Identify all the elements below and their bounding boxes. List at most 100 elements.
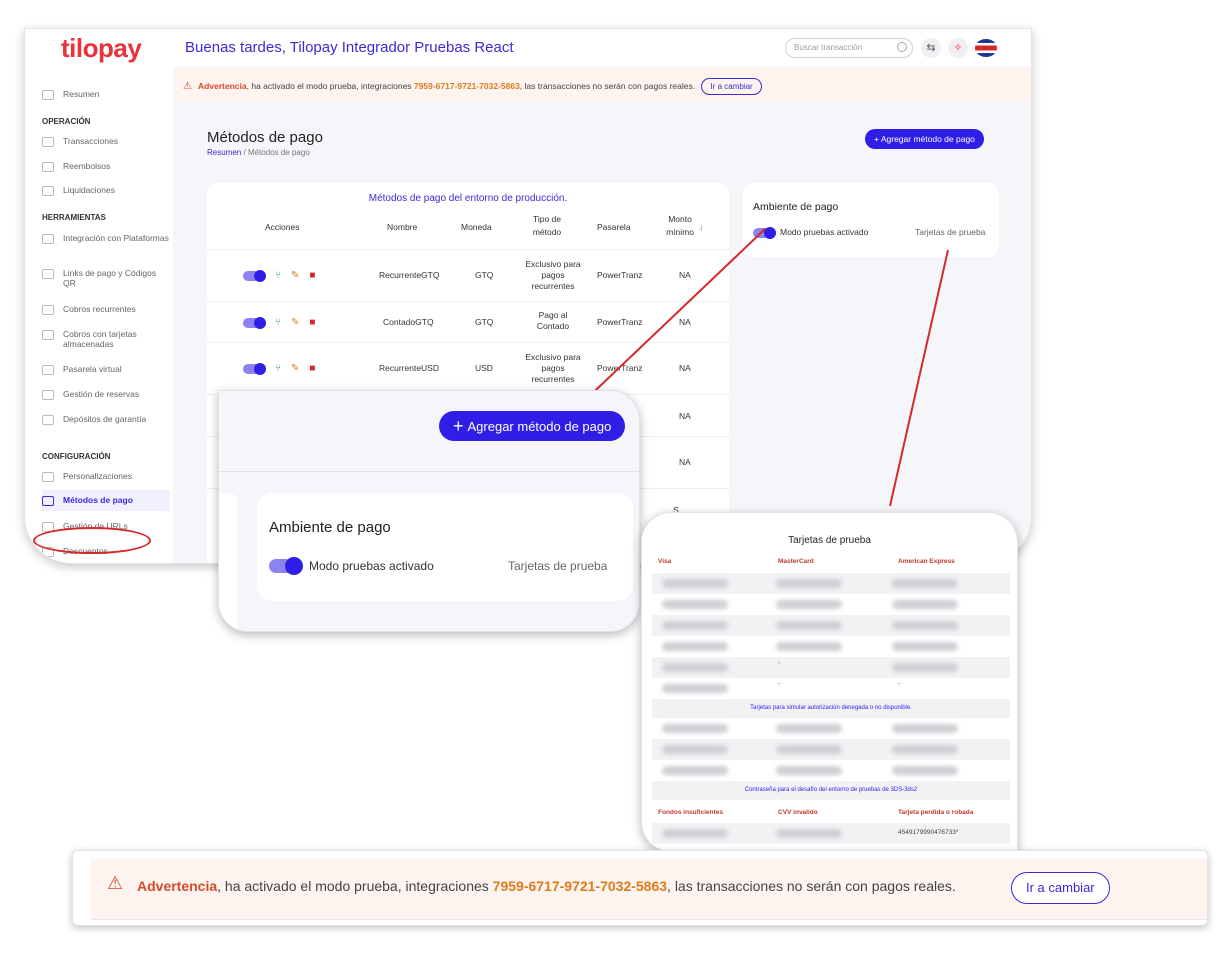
header-tipo: Tipo de método: [532, 214, 562, 237]
add-payment-method-button[interactable]: + Agregar método de pago: [865, 129, 984, 149]
table-row: ⑂ ✎ ■ RecurrenteUSD USD Exclusivo para p…: [207, 342, 729, 394]
sidebar-item-reembolsos[interactable]: Reembolsos: [42, 161, 170, 172]
flow-icon[interactable]: ⑂: [275, 317, 281, 328]
note-denied: Tarjetas para simular autorización deneg…: [652, 699, 1010, 718]
zoom-warning-banner: ⚠ Advertencia, ha activado el modo prueb…: [72, 850, 1208, 926]
cell-moneda: GTQ: [475, 317, 494, 327]
breadcrumb: Resumen / Métodos de pago: [207, 148, 310, 157]
toggle-switch[interactable]: [243, 269, 266, 282]
sidebar-item-reservas[interactable]: Gestión de reservas: [42, 389, 170, 400]
cell-tipo: Pago al Contado: [536, 310, 570, 331]
check-icon: [42, 415, 54, 425]
sidebar-section-configuracion: CONFIGURACIÓN: [42, 452, 111, 461]
cell-monto: NA: [679, 317, 691, 327]
row-actions: ⑂ ✎ ■: [243, 316, 315, 329]
list-item: [652, 760, 1010, 781]
payment-environment-card: Ambiente de pago Modo pruebas activado T…: [743, 183, 999, 257]
sidebar-item-liquidaciones[interactable]: Liquidaciones: [42, 185, 170, 196]
cart-icon: [42, 234, 54, 244]
lost-card-number: 4549179990476733*: [898, 829, 959, 836]
cell-pasarela: PowerTranz: [597, 270, 643, 280]
stack-icon: [42, 330, 54, 340]
list-item: [652, 615, 1010, 636]
test-mode-toggle[interactable]: [269, 557, 303, 575]
environment-title: Ambiente de pago: [753, 201, 839, 213]
breadcrumb-home[interactable]: Resumen: [207, 148, 241, 157]
table-row: ⑂ ✎ ■ RecurrenteGTQ GTQ Exclusivo para p…: [207, 249, 729, 301]
test-mode-label: Modo pruebas activado: [309, 559, 434, 573]
edit-icon[interactable]: ✎: [291, 363, 299, 374]
list-item: [652, 594, 1010, 615]
flow-icon[interactable]: ⑂: [275, 363, 281, 374]
sidebar-item-resumen[interactable]: Resumen: [42, 89, 170, 100]
test-cards-title: Tarjetas de prueba: [788, 535, 871, 546]
cell-monto: NA: [679, 411, 691, 421]
test-cards-link[interactable]: Tarjetas de prueba: [508, 559, 607, 573]
sidebar-item-transacciones[interactable]: Transacciones: [42, 136, 170, 147]
payment-environment-card-zoom: Ambiente de pago Modo pruebas activado T…: [257, 493, 633, 601]
note-3ds: Contraseña para el desafío del entorno d…: [652, 781, 1010, 800]
header-amex: American Express: [898, 558, 955, 565]
sidebar-item-links[interactable]: Links de pago y Códigos QR: [42, 268, 170, 288]
top-bar: tilopay Buenas tardes, Tilopay Integrado…: [25, 29, 1031, 67]
environment-title: Ambiente de pago: [269, 519, 391, 536]
page-title: Métodos de pago: [207, 129, 323, 146]
sidebar-item-metodos-pago[interactable]: Métodos de pago: [42, 490, 170, 511]
country-flag-icon[interactable]: [975, 39, 997, 57]
sidebar-item-cobros-recurrentes[interactable]: Cobros recurrentes: [42, 304, 170, 315]
delete-icon[interactable]: ■: [309, 363, 315, 374]
cell-nombre: RecurrenteGTQ: [379, 270, 440, 280]
sidebar-item-integracion[interactable]: Integración con Plataformas: [42, 233, 170, 244]
header-acciones: Acciones: [265, 222, 300, 232]
list-item: -: [652, 657, 1010, 678]
test-mode-toggle[interactable]: [753, 227, 776, 239]
link-icon: [42, 269, 54, 279]
cell-nombre: ContadoGTQ: [383, 317, 434, 327]
search-input[interactable]: Buscar transacción: [785, 38, 913, 58]
sparkle-icon[interactable]: ✧: [948, 38, 968, 58]
divider: [219, 471, 639, 472]
list-item: --: [652, 678, 1010, 699]
divider: [91, 919, 1207, 920]
header-fondos: Fondos insuficientes: [658, 809, 724, 816]
tilopay-logo[interactable]: tilopay: [61, 33, 142, 64]
change-button-zoom[interactable]: Ir a cambiar: [1011, 872, 1110, 904]
sidebar-item-depositos[interactable]: Depósitos de garantía: [42, 414, 170, 425]
sidebar-item-pasarela-virtual[interactable]: Pasarela virtual: [42, 364, 170, 375]
cell-nombre: RecurrenteUSD: [379, 363, 439, 373]
sidebar-item-cobros-tarjetas[interactable]: Cobros con tarjetas almacenadas: [42, 329, 170, 349]
sidebar-item-personalizaciones[interactable]: Personalizaciones: [42, 471, 170, 482]
header-monto[interactable]: Monto mínimo: [663, 213, 697, 239]
list-item: [652, 718, 1010, 739]
sort-arrow-icon[interactable]: ↓: [699, 221, 703, 234]
toggle-switch[interactable]: [243, 362, 266, 375]
edit-icon[interactable]: ✎: [291, 270, 299, 281]
sidebar-section-operacion: OPERACIÓN: [42, 117, 91, 126]
edit-icon[interactable]: ✎: [291, 317, 299, 328]
row-actions: ⑂ ✎ ■: [243, 362, 315, 375]
warning-banner: ⚠ Advertencia, ha activado el modo prueba…: [173, 67, 1031, 101]
header-nombre: Nombre: [387, 222, 418, 232]
delete-icon[interactable]: ■: [309, 270, 315, 281]
flow-icon[interactable]: ⑂: [275, 270, 281, 281]
switch-icon[interactable]: ⇆: [921, 38, 941, 58]
warning-icon: ⚠: [107, 873, 124, 893]
warning-text: Advertencia, ha activado el modo prueba,…: [137, 878, 956, 894]
test-cards-link[interactable]: Tarjetas de prueba: [915, 227, 985, 237]
table-card-edge: [219, 493, 237, 631]
cell-pasarela: PowerTranz: [597, 363, 643, 373]
sidebar: Resumen OPERACIÓN Transacciones Reembols…: [25, 67, 173, 563]
toggle-switch[interactable]: [243, 316, 266, 329]
card-icon: [42, 365, 54, 375]
cell-monto: NA: [679, 457, 691, 467]
header-mastercard: MasterCard: [778, 558, 814, 565]
delete-icon[interactable]: ■: [309, 317, 315, 328]
cell-moneda: USD: [475, 363, 493, 373]
search-icon[interactable]: [897, 42, 907, 52]
clock-icon: [42, 90, 54, 100]
add-payment-method-button-zoom[interactable]: + Agregar método de pago: [439, 411, 626, 441]
repeat-icon: [42, 305, 54, 315]
header-visa: Visa: [658, 558, 672, 565]
list-icon: [42, 137, 54, 147]
change-button[interactable]: Ir a cambiar: [701, 78, 762, 95]
